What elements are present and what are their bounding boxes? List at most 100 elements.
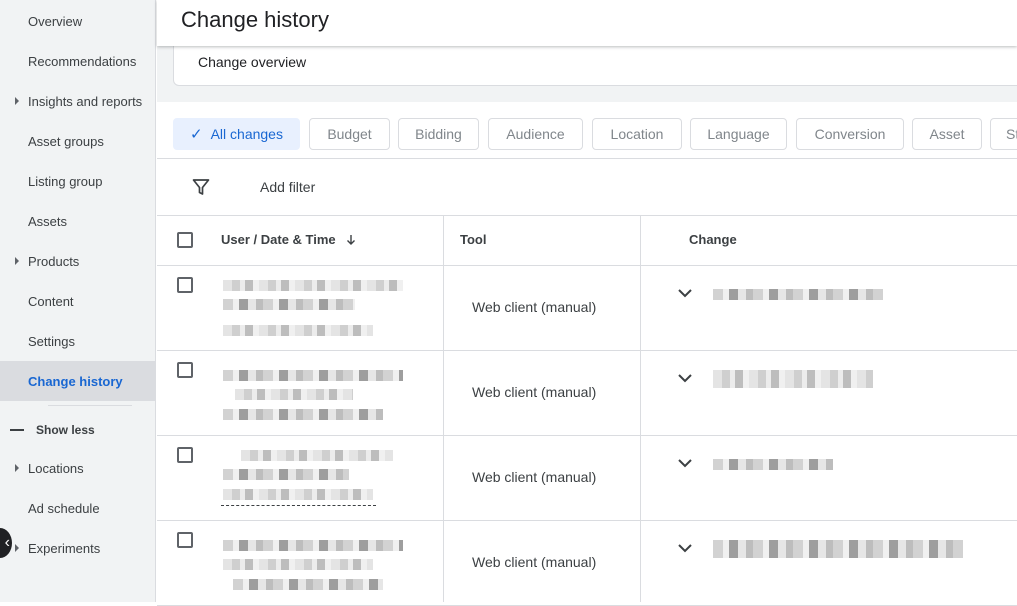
- table-header: User / Date & Time Tool Change: [157, 215, 1017, 266]
- redacted-date: [223, 559, 373, 570]
- sidebar-item-label: Recommendations: [28, 53, 137, 69]
- sidebar-item-recommendations[interactable]: Recommendations: [0, 41, 156, 81]
- redacted-change: [713, 370, 873, 388]
- tool-cell: Web client (manual): [472, 299, 597, 315]
- chip-label: All changes: [210, 126, 283, 142]
- row-checkbox[interactable]: [177, 277, 193, 293]
- sidebar-item-label: Listing group: [28, 173, 103, 189]
- table-row: Web client (manual): [157, 435, 1017, 521]
- tool-cell: Web client (manual): [472, 469, 597, 485]
- column-header-change: Change: [689, 232, 737, 247]
- chip-status[interactable]: St: [990, 118, 1017, 150]
- sidebar-item-insights-and-reports[interactable]: Insights and reports: [0, 81, 156, 121]
- chip-label: Asset: [929, 126, 965, 142]
- redacted-change: [713, 289, 883, 300]
- main-content: Change overview Change history ✓ All chan…: [157, 0, 1017, 606]
- chevron-down-icon[interactable]: [675, 538, 695, 558]
- change-overview-label: Change overview: [198, 54, 307, 70]
- add-filter-button[interactable]: Add filter: [260, 179, 315, 195]
- tool-cell: Web client (manual): [472, 554, 597, 570]
- row-checkbox[interactable]: [177, 362, 193, 378]
- show-less-label: Show less: [36, 423, 95, 437]
- chip-language[interactable]: Language: [690, 118, 787, 150]
- expand-arrow-icon: [15, 544, 19, 552]
- chip-label: Budget: [327, 126, 372, 142]
- redacted-user: [223, 280, 403, 291]
- sidebar-item-listing-group[interactable]: Listing group: [0, 161, 156, 201]
- page-title: Change history: [181, 7, 329, 32]
- change-history-table: User / Date & Time Tool Change Web clien…: [157, 215, 1017, 606]
- filter-icon[interactable]: [192, 178, 210, 196]
- sidebar-item-label: Ad schedule: [28, 500, 100, 516]
- sidebar-item-label: Content: [28, 293, 74, 309]
- redacted-change: [713, 540, 963, 558]
- chip-label: Conversion: [814, 126, 886, 142]
- filter-bar: Add filter: [157, 158, 1017, 216]
- chip-label: Language: [707, 126, 770, 142]
- change-type-chips: ✓ All changes Budget Bidding Audience Loc…: [157, 102, 1017, 159]
- chip-label: Location: [610, 126, 664, 142]
- redacted-time: [233, 579, 383, 590]
- chip-label: St: [1006, 126, 1017, 142]
- chip-location[interactable]: Location: [592, 118, 682, 150]
- chevron-down-icon[interactable]: [675, 368, 695, 388]
- expand-arrow-icon: [15, 97, 19, 105]
- row-checkbox[interactable]: [177, 532, 193, 548]
- chip-asset[interactable]: Asset: [912, 118, 982, 150]
- title-bar: Change history: [157, 0, 1017, 46]
- redacted-user: [223, 540, 403, 551]
- table-row: Web client (manual): [157, 350, 1017, 436]
- sidebar-item-label: Asset groups: [28, 133, 104, 149]
- sidebar-item-label: Experiments: [28, 540, 101, 556]
- tool-cell: Web client (manual): [472, 384, 597, 400]
- expand-arrow-icon: [15, 464, 19, 472]
- sidebar-item-asset-groups[interactable]: Asset groups: [0, 121, 156, 161]
- row-checkbox[interactable]: [177, 447, 193, 463]
- sidebar-item-change-history[interactable]: Change history: [0, 361, 156, 401]
- column-header-user-date-time[interactable]: User / Date & Time: [221, 232, 336, 247]
- sidebar: Overview Recommendations Insights and re…: [0, 0, 156, 602]
- chip-label: Bidding: [415, 126, 462, 142]
- select-all-checkbox[interactable]: [177, 232, 193, 248]
- chip-audience[interactable]: Audience: [488, 118, 583, 150]
- show-less-button[interactable]: Show less: [0, 410, 156, 450]
- redacted-date: [223, 469, 349, 480]
- chevron-down-icon[interactable]: [675, 453, 695, 473]
- chip-conversion[interactable]: Conversion: [796, 118, 904, 150]
- sidebar-item-overview[interactable]: Overview: [0, 1, 156, 41]
- chip-label: Audience: [506, 126, 565, 142]
- sidebar-item-locations[interactable]: Locations: [0, 448, 156, 488]
- sidebar-item-assets[interactable]: Assets: [0, 201, 156, 241]
- sidebar-item-label: Change history: [28, 373, 123, 389]
- sidebar-item-label: Overview: [28, 13, 83, 29]
- redacted-time: [223, 325, 373, 336]
- check-icon: ✓: [190, 126, 203, 143]
- sidebar-item-products[interactable]: Products: [0, 241, 156, 281]
- sidebar-divider: [48, 405, 132, 406]
- arrow-down-icon[interactable]: [345, 234, 357, 246]
- sidebar-item-experiments[interactable]: Experiments: [0, 528, 156, 568]
- collapse-dash-icon: [10, 429, 24, 431]
- redacted-user: [241, 450, 393, 461]
- chevron-down-icon[interactable]: [675, 283, 695, 303]
- chip-budget[interactable]: Budget: [309, 118, 390, 150]
- chip-all-changes[interactable]: ✓ All changes: [173, 118, 300, 150]
- sidebar-item-label: Assets: [28, 213, 68, 229]
- sidebar-item-settings[interactable]: Settings: [0, 321, 156, 361]
- redacted-time: [223, 489, 373, 500]
- sidebar-item-label: Products: [28, 253, 80, 269]
- sidebar-item-label: Locations: [28, 460, 84, 476]
- redacted-date: [235, 389, 353, 400]
- chip-bidding[interactable]: Bidding: [398, 118, 479, 150]
- sidebar-item-ad-schedule[interactable]: Ad schedule: [0, 488, 156, 528]
- redacted-change: [713, 459, 833, 470]
- table-row: Web client (manual): [157, 520, 1017, 606]
- sidebar-item-content[interactable]: Content: [0, 281, 156, 321]
- expand-arrow-icon: [15, 257, 19, 265]
- sidebar-item-label: Insights and reports: [28, 93, 143, 109]
- redacted-user: [223, 370, 403, 381]
- sidebar-item-label: Settings: [28, 333, 75, 349]
- table-row: Web client (manual): [157, 265, 1017, 351]
- redacted-underline: [221, 505, 376, 506]
- change-overview-card[interactable]: Change overview: [173, 46, 1017, 86]
